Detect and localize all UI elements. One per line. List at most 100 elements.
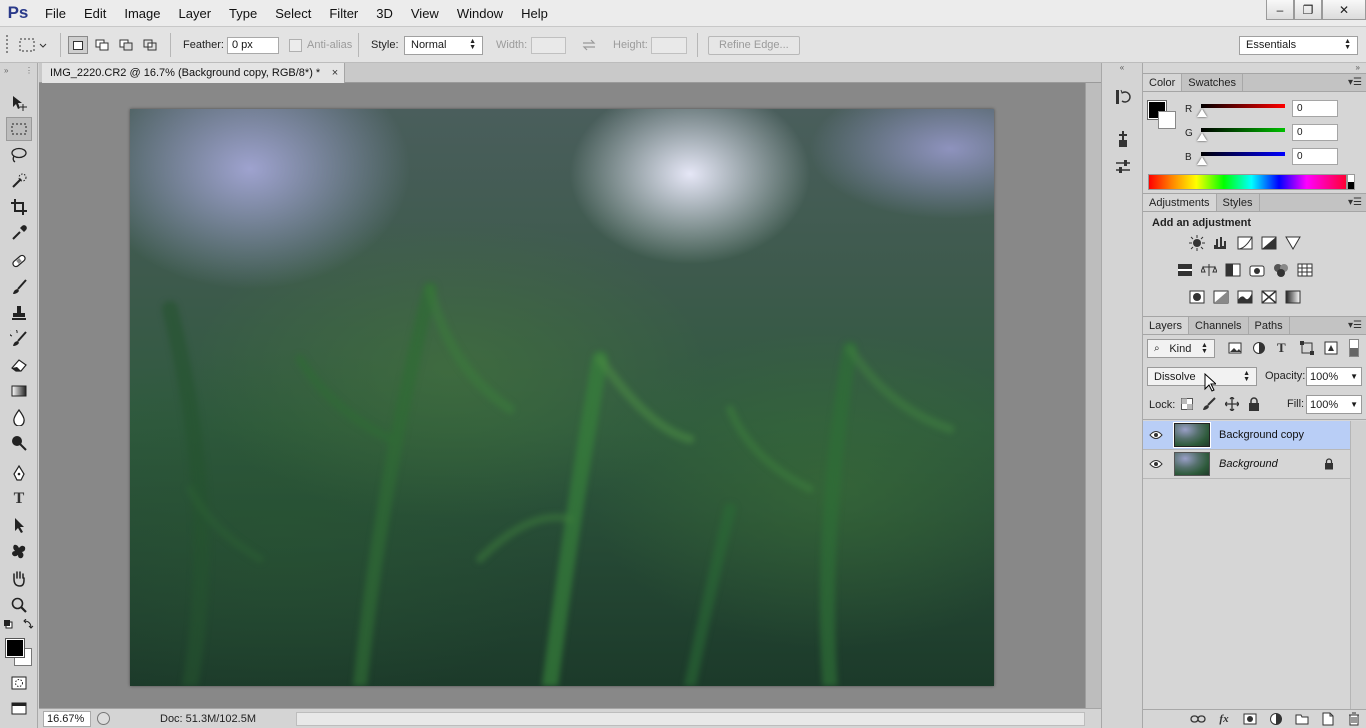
- levels-icon[interactable]: [1212, 235, 1230, 251]
- menu-select[interactable]: Select: [266, 0, 320, 27]
- black-white-icon[interactable]: [1224, 262, 1242, 278]
- link-layers-icon[interactable]: [1190, 712, 1206, 726]
- gradient-tool[interactable]: [6, 379, 32, 403]
- close-document-icon[interactable]: ×: [332, 63, 338, 83]
- menu-view[interactable]: View: [402, 0, 448, 27]
- quick-selection-tool[interactable]: [6, 169, 32, 193]
- dock-collapse-icon[interactable]: «: [1102, 63, 1142, 73]
- green-slider-thumb[interactable]: [1197, 133, 1207, 141]
- add-mask-icon[interactable]: [1242, 712, 1258, 726]
- invert-icon[interactable]: [1188, 289, 1206, 305]
- default-colors-icon[interactable]: [4, 620, 13, 629]
- zoom-level-field[interactable]: 16.67%: [43, 710, 91, 727]
- fx-icon[interactable]: fx: [1216, 712, 1232, 726]
- panel-group-collapse-icon[interactable]: »: [1143, 63, 1366, 73]
- hue-saturation-icon[interactable]: [1176, 262, 1194, 278]
- menu-filter[interactable]: Filter: [320, 0, 367, 27]
- vibrance-icon[interactable]: [1284, 235, 1302, 251]
- rectangular-marquee-tool[interactable]: [6, 117, 32, 141]
- tool-presets-icon[interactable]: [1113, 129, 1133, 149]
- menu-window[interactable]: Window: [448, 0, 512, 27]
- swap-colors-icon[interactable]: [23, 618, 34, 629]
- custom-shape-tool[interactable]: [6, 539, 32, 563]
- style-select[interactable]: Normal ▲ ▼: [404, 35, 483, 55]
- tab-styles[interactable]: Styles: [1217, 194, 1260, 211]
- swap-dimensions-icon[interactable]: [581, 39, 597, 51]
- history-brush-tool[interactable]: [6, 327, 32, 351]
- visibility-eye-icon[interactable]: [1148, 457, 1164, 471]
- menu-type[interactable]: Type: [220, 0, 266, 27]
- tab-layers[interactable]: Layers: [1143, 317, 1190, 334]
- restore-button[interactable]: ❐: [1294, 0, 1322, 20]
- panel-menu-icon[interactable]: ▾☰: [1348, 194, 1362, 212]
- blue-value-input[interactable]: 0: [1292, 148, 1338, 165]
- curves-icon[interactable]: [1236, 235, 1254, 251]
- tab-color[interactable]: Color: [1143, 74, 1183, 91]
- menu-edit[interactable]: Edit: [75, 0, 115, 27]
- close-window-button[interactable]: ✕: [1322, 0, 1366, 20]
- black-white-ramp[interactable]: [1347, 174, 1355, 190]
- intersect-selection-button[interactable]: [140, 36, 160, 54]
- tab-channels[interactable]: Channels: [1189, 317, 1249, 334]
- subtract-selection-button[interactable]: [116, 36, 136, 54]
- add-to-selection-button[interactable]: [92, 36, 112, 54]
- brightness-contrast-icon[interactable]: [1188, 235, 1206, 251]
- selective-color-icon[interactable]: [1260, 289, 1278, 305]
- layers-scrollbar[interactable]: [1350, 421, 1366, 709]
- menu-image[interactable]: Image: [115, 0, 169, 27]
- menu-file[interactable]: File: [36, 0, 75, 27]
- opacity-input[interactable]: 100% ▼: [1306, 367, 1362, 386]
- layer-name[interactable]: Background copy: [1219, 429, 1304, 441]
- clone-stamp-tool[interactable]: [6, 301, 32, 325]
- delete-layer-icon[interactable]: [1346, 712, 1362, 726]
- tab-paths[interactable]: Paths: [1249, 317, 1290, 334]
- tab-swatches[interactable]: Swatches: [1182, 74, 1243, 91]
- layer-row-background[interactable]: Background: [1143, 450, 1350, 479]
- layer-filter-kind-select[interactable]: ⌕ Kind ▲ ▼: [1147, 339, 1215, 358]
- gradient-map-icon[interactable]: [1284, 289, 1302, 305]
- horizontal-scrollbar[interactable]: [296, 712, 1085, 726]
- menu-help[interactable]: Help: [512, 0, 557, 27]
- status-info-icon[interactable]: [97, 712, 110, 725]
- hand-tool[interactable]: [6, 567, 32, 591]
- panel-menu-icon[interactable]: ▾☰: [1348, 317, 1362, 335]
- color-spectrum-ramp[interactable]: [1148, 174, 1347, 190]
- new-selection-button[interactable]: [68, 36, 88, 54]
- dodge-tool[interactable]: [6, 431, 32, 455]
- lock-position-icon[interactable]: [1224, 396, 1240, 414]
- filter-toggle-switch[interactable]: [1349, 339, 1359, 357]
- quick-mask-button[interactable]: [6, 671, 32, 695]
- photo-filter-icon[interactable]: [1248, 262, 1266, 278]
- lock-image-pixels-icon[interactable]: [1202, 397, 1216, 414]
- type-tool[interactable]: T: [6, 487, 32, 511]
- filter-type-layers-icon[interactable]: T: [1277, 340, 1286, 356]
- filter-shape-layers-icon[interactable]: [1300, 341, 1314, 358]
- threshold-icon[interactable]: [1236, 289, 1254, 305]
- color-panel-background-swatch[interactable]: [1158, 111, 1176, 129]
- foreground-color-swatch[interactable]: [5, 638, 25, 658]
- layer-row-background-copy[interactable]: Background copy: [1143, 421, 1350, 450]
- filter-pixel-layers-icon[interactable]: [1228, 341, 1242, 358]
- red-slider-thumb[interactable]: [1197, 109, 1207, 117]
- fill-input[interactable]: 100% ▼: [1306, 395, 1362, 414]
- height-input[interactable]: [651, 36, 687, 54]
- tab-adjustments[interactable]: Adjustments: [1143, 194, 1217, 211]
- anti-alias-checkbox[interactable]: [289, 38, 302, 52]
- menu-layer[interactable]: Layer: [170, 0, 221, 27]
- red-value-input[interactable]: 0: [1292, 100, 1338, 117]
- filter-smart-objects-icon[interactable]: [1324, 341, 1338, 358]
- visibility-eye-icon[interactable]: [1148, 428, 1164, 442]
- eraser-tool[interactable]: [6, 353, 32, 377]
- panel-menu-icon[interactable]: ▾☰: [1348, 74, 1362, 92]
- history-panel-icon[interactable]: [1113, 87, 1133, 107]
- new-layer-icon[interactable]: [1320, 712, 1336, 726]
- adjustment-layer-icon[interactable]: [1268, 712, 1284, 726]
- vertical-scrollbar[interactable]: [1085, 83, 1101, 708]
- tool-preset-picker[interactable]: [18, 27, 54, 63]
- eyedropper-tool[interactable]: [6, 221, 32, 245]
- healing-brush-tool[interactable]: [6, 249, 32, 273]
- blend-mode-select[interactable]: Dissolve ▲ ▼: [1147, 367, 1257, 386]
- refine-edge-button[interactable]: Refine Edge...: [708, 35, 800, 55]
- color-balance-icon[interactable]: [1200, 262, 1218, 278]
- blue-slider[interactable]: [1201, 152, 1285, 156]
